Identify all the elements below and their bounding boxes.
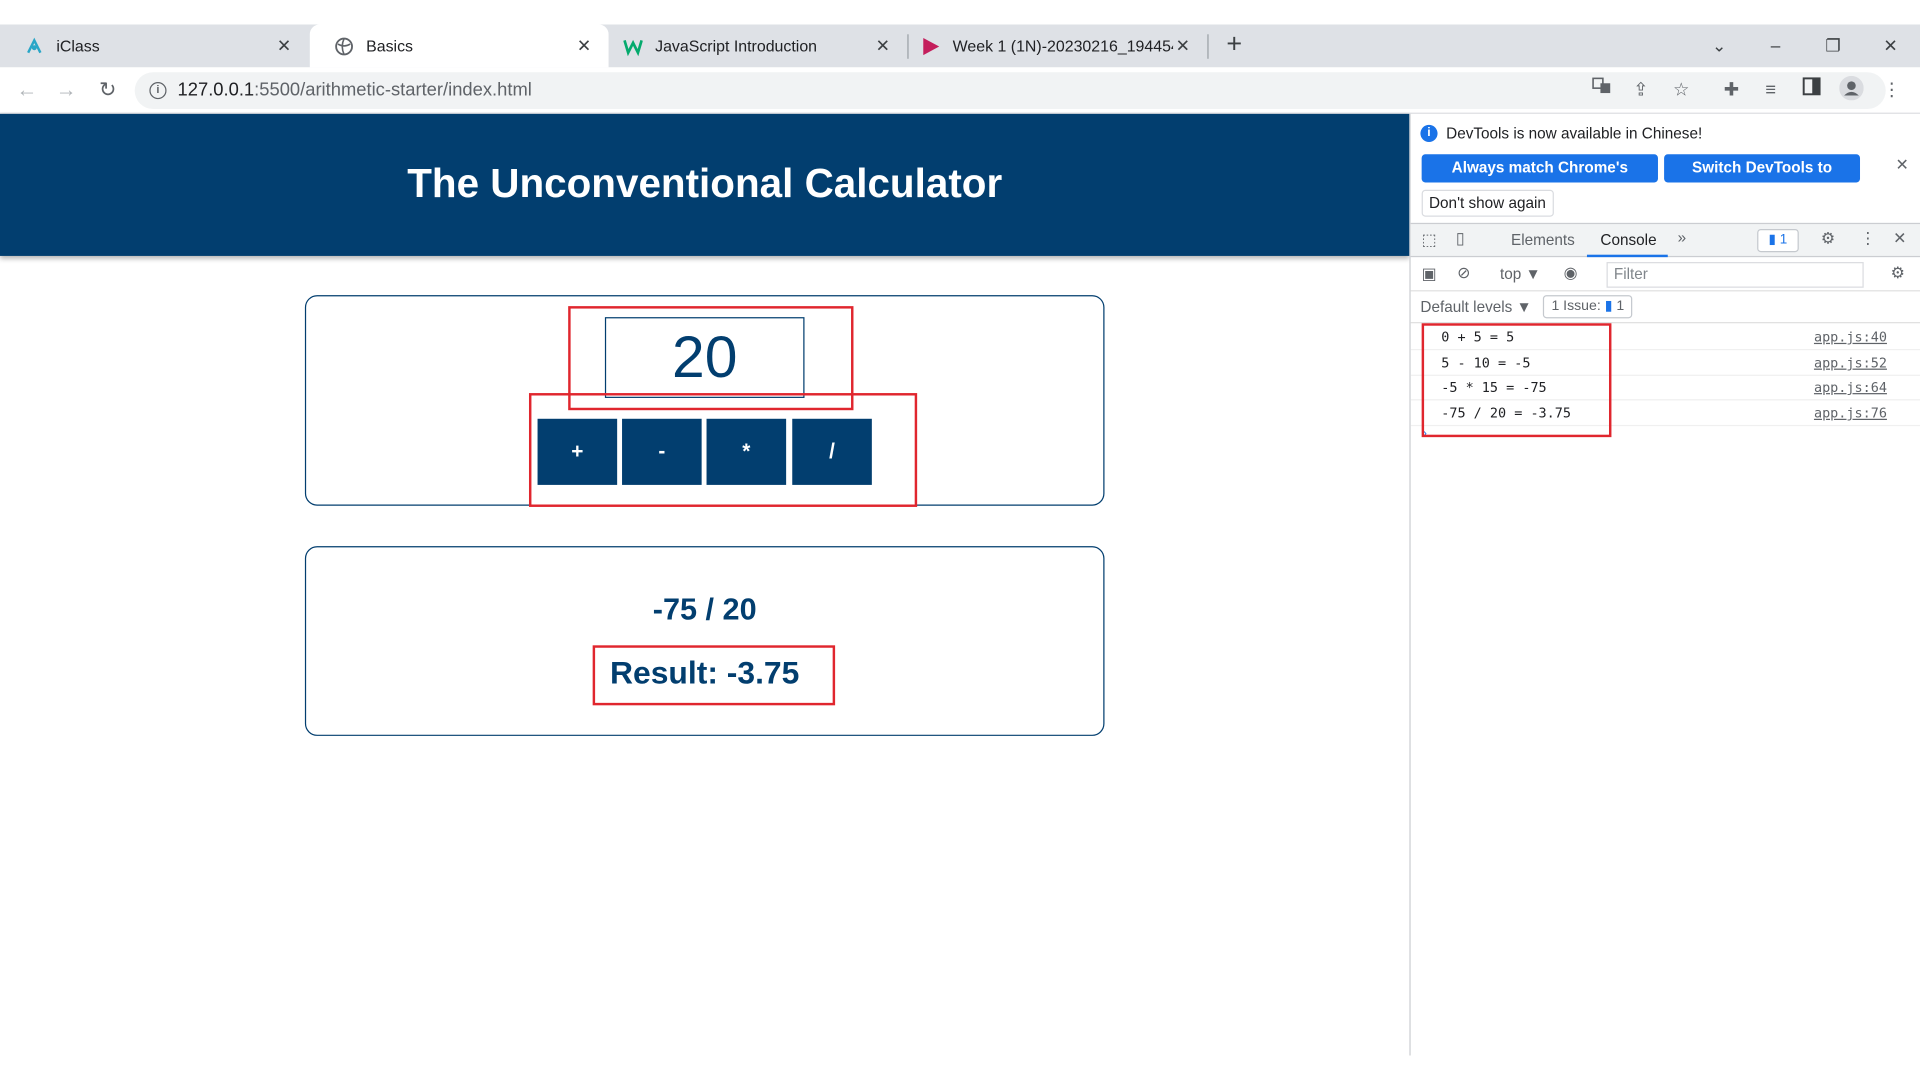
tab-title: JavaScript Introduction: [655, 36, 818, 56]
info-icon: i: [1420, 124, 1438, 143]
forward-icon[interactable]: →: [51, 76, 80, 105]
browser-toolbar: ← → ↻ i 127.0.0.1:5500/arithmetic-starte…: [0, 67, 1920, 114]
close-devtools-icon[interactable]: ✕: [1893, 229, 1906, 249]
close-icon[interactable]: ✕: [1896, 156, 1909, 176]
extensions-icon[interactable]: ✚: [1717, 76, 1746, 105]
context-selector[interactable]: top ▼: [1500, 266, 1541, 283]
menu-kebab-icon[interactable]: ⋮: [1877, 76, 1906, 105]
tab-javascript-introduction[interactable]: JavaScript Introduction ✕: [609, 24, 908, 67]
highlight-box-operators: [528, 393, 918, 507]
close-icon[interactable]: ✕: [1173, 36, 1193, 56]
tab-iclass[interactable]: iClass ✕: [0, 24, 309, 67]
tab-week1[interactable]: Week 1 (1N)-20230216_194454 ✕: [909, 24, 1208, 67]
globe-icon: [334, 36, 354, 56]
tab-console[interactable]: Console: [1600, 231, 1656, 248]
tab-basics[interactable]: Basics ✕: [309, 24, 609, 68]
tab-title: Week 1 (1N)-20230216_194454: [952, 36, 1174, 56]
app-header: The Unconventional Calculator: [0, 113, 1410, 256]
close-icon[interactable]: ✕: [274, 36, 294, 56]
translate-icon[interactable]: [1587, 76, 1616, 105]
tab-title: iClass: [56, 36, 100, 56]
tab-title: Basics: [366, 36, 414, 56]
result-card: [304, 546, 1105, 736]
tab-elements[interactable]: Elements: [1511, 231, 1575, 248]
console-settings-icon[interactable]: ⚙: [1891, 263, 1905, 283]
address-bar[interactable]: i 127.0.0.1:5500/arithmetic-starter/inde…: [134, 72, 1886, 109]
more-tabs-icon[interactable]: »: [1678, 229, 1687, 246]
close-window-button[interactable]: ✕: [1876, 31, 1905, 60]
reload-icon[interactable]: ↻: [93, 76, 122, 105]
always-match-language-button[interactable]: Always match Chrome's language: [1421, 154, 1658, 204]
issues-count: 1: [1616, 298, 1625, 314]
log-source-link[interactable]: app.js:76: [1814, 405, 1887, 421]
tab-strip: iClass ✕ Basics ✕ JavaScript Introductio…: [0, 24, 1920, 68]
close-icon[interactable]: ✕: [574, 36, 594, 56]
iclass-icon: [24, 36, 44, 56]
highlight-box-console: [1421, 323, 1612, 438]
filter-input[interactable]: Filter: [1606, 262, 1864, 288]
url-path: :5500/arithmetic-starter/index.html: [254, 79, 532, 101]
devtools-panel: i DevTools is now available in Chinese! …: [1409, 113, 1920, 1056]
sidebar-toggle-icon[interactable]: ▣: [1422, 264, 1437, 284]
highlight-box-result: [592, 645, 836, 706]
log-source-link[interactable]: app.js:64: [1814, 380, 1887, 396]
switch-to-chinese-button[interactable]: Switch DevTools to Chinese: [1664, 154, 1861, 204]
console-toolbar: ▣ ⊘ top ▼ ◉ Filter ⚙: [1410, 257, 1920, 292]
maximize-button[interactable]: ❐: [1818, 31, 1847, 60]
default-levels-dropdown[interactable]: Default levels ▼: [1420, 299, 1531, 316]
eye-icon[interactable]: ◉: [1564, 263, 1578, 283]
tab-search-icon[interactable]: ⌄: [1705, 31, 1734, 60]
calculation-expression: -75 / 20: [652, 592, 757, 627]
settings-gear-icon[interactable]: ⚙: [1821, 229, 1835, 249]
devtools-language-banner: i DevTools is now available in Chinese!: [1420, 124, 1703, 143]
messages-count: 1: [1779, 232, 1788, 248]
chat-icon: ▮: [1768, 232, 1780, 248]
close-icon[interactable]: ✕: [873, 36, 893, 56]
dont-show-again-button[interactable]: Don't show again: [1421, 189, 1554, 217]
site-info-icon[interactable]: i: [149, 82, 167, 100]
screen: iClass ✕ Basics ✕ JavaScript Introductio…: [0, 0, 1920, 1080]
kebab-menu-icon[interactable]: ⋮: [1860, 229, 1876, 249]
new-tab-button[interactable]: +: [1220, 30, 1249, 60]
tab-separator: [1207, 34, 1209, 59]
profile-avatar-icon[interactable]: [1837, 75, 1866, 105]
clear-console-icon[interactable]: ⊘: [1457, 263, 1470, 283]
app-title: The Unconventional Calculator: [407, 160, 1003, 206]
side-panel-icon[interactable]: [1796, 76, 1825, 105]
share-icon[interactable]: ⇪: [1626, 76, 1655, 105]
url-host: 127.0.0.1: [177, 79, 255, 101]
inspect-element-icon[interactable]: ⬚: [1422, 230, 1437, 250]
minimize-button[interactable]: –: [1761, 31, 1790, 60]
url-text[interactable]: 127.0.0.1:5500/arithmetic-starter/index.…: [178, 80, 532, 101]
messages-badge[interactable]: ▮ 1: [1757, 228, 1799, 253]
device-toolbar-icon[interactable]: ▯: [1456, 229, 1465, 249]
chat-icon: ▮: [1604, 298, 1613, 314]
devtools-tab-bar: ⬚ ▯ Elements Console » ▮ 1 ⚙ ⋮ ✕: [1410, 222, 1920, 258]
reading-list-icon[interactable]: ≡: [1756, 76, 1785, 105]
levels-bar: Default levels ▼ 1 Issue: ▮ 1: [1410, 291, 1920, 324]
log-source-link[interactable]: app.js:52: [1814, 355, 1887, 371]
bookmark-star-icon[interactable]: ☆: [1667, 76, 1696, 105]
w3schools-icon: [623, 36, 643, 56]
bottom-strip: [0, 1055, 1920, 1080]
log-source-link[interactable]: app.js:40: [1814, 329, 1887, 345]
web-page: The Unconventional Calculator + - * / -7…: [0, 113, 1410, 1080]
issues-label: 1 Issue:: [1551, 298, 1601, 314]
play-icon: [921, 36, 941, 56]
back-icon[interactable]: ←: [12, 76, 41, 105]
banner-text: DevTools is now available in Chinese!: [1446, 124, 1703, 143]
issues-button[interactable]: 1 Issue: ▮ 1: [1542, 295, 1633, 319]
